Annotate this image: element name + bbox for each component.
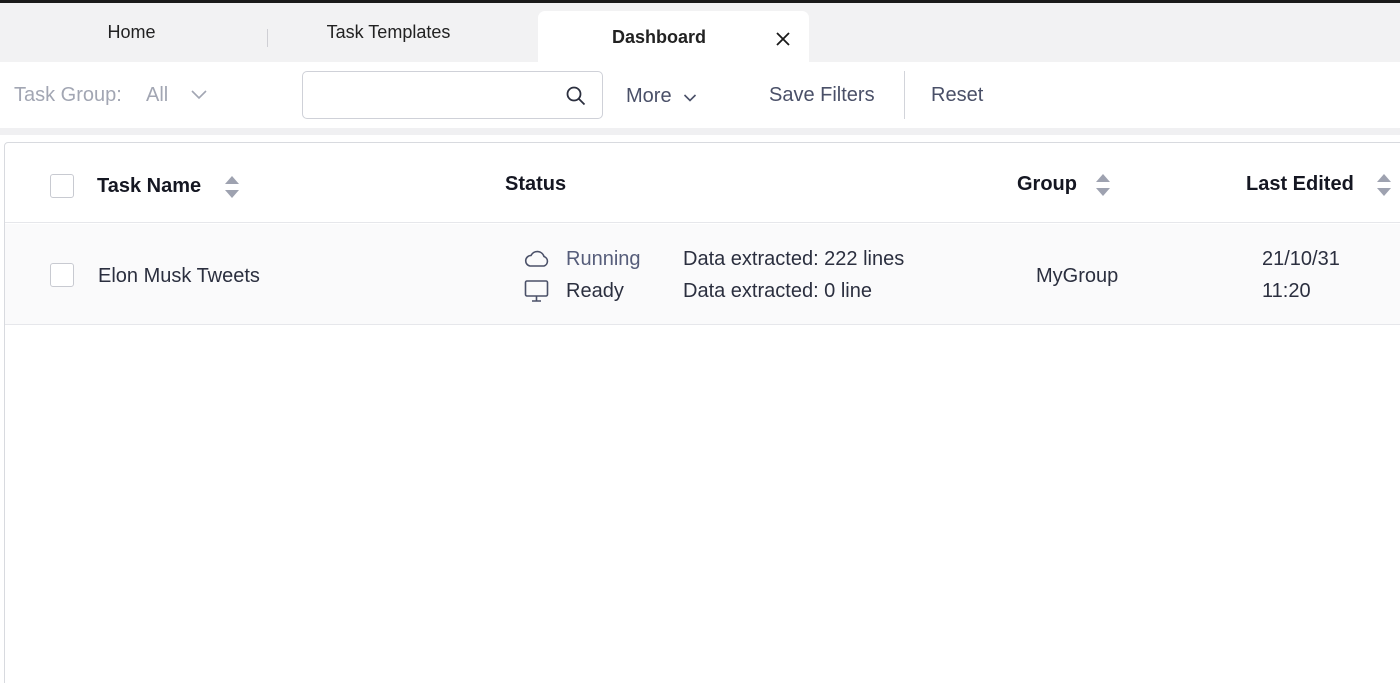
monitor-icon <box>523 279 551 308</box>
sort-icon[interactable] <box>1375 171 1393 204</box>
filter-divider <box>904 71 905 119</box>
last-edited-date: 21/10/31 <box>1262 248 1340 270</box>
close-icon[interactable] <box>773 29 793 49</box>
tab-dashboard[interactable]: Dashboard <box>538 11 809 65</box>
tab-task-templates[interactable]: Task Templates <box>270 3 507 62</box>
filter-bar-separator <box>0 128 1400 135</box>
cloud-status: Running <box>566 248 641 270</box>
select-all-checkbox[interactable] <box>50 174 74 198</box>
task-group-select[interactable]: All <box>146 84 168 107</box>
cloud-icon <box>523 248 551 275</box>
column-header-status: Status <box>505 173 567 195</box>
chevron-down-icon[interactable] <box>683 90 697 108</box>
sort-icon[interactable] <box>223 173 241 206</box>
tab-dashboard-label: Dashboard <box>612 27 707 47</box>
sort-icon[interactable] <box>1094 171 1112 204</box>
search-box[interactable] <box>302 71 603 119</box>
reset-button[interactable]: Reset <box>931 84 983 107</box>
task-name[interactable]: Elon Musk Tweets <box>98 265 260 288</box>
column-header-task-name[interactable]: Task Name <box>97 175 201 198</box>
group-value: MyGroup <box>1036 265 1119 287</box>
cloud-data-extracted: Data extracted: 222 lines <box>683 248 905 270</box>
local-data-extracted: Data extracted: 0 line <box>683 280 872 302</box>
task-table: Task Name Status Group Last Edited Elon … <box>4 142 1400 683</box>
column-header-group[interactable]: Group <box>1017 173 1077 196</box>
row-checkbox[interactable] <box>50 263 74 287</box>
task-group-label: Task Group: <box>14 84 122 106</box>
chevron-down-icon[interactable] <box>190 88 208 106</box>
tab-divider <box>267 29 268 47</box>
column-header-last-edited[interactable]: Last Edited <box>1246 173 1354 196</box>
search-icon[interactable] <box>565 85 587 112</box>
table-header: Task Name Status Group Last Edited <box>5 143 1400 223</box>
tab-task-templates-label: Task Templates <box>326 22 451 42</box>
tab-home[interactable]: Home <box>0 3 263 62</box>
save-filters-button[interactable]: Save Filters <box>769 84 875 107</box>
more-dropdown[interactable]: More <box>626 85 672 108</box>
table-row[interactable]: Elon Musk Tweets Running Data extracted:… <box>5 224 1400 325</box>
local-status: Ready <box>566 280 624 302</box>
search-input[interactable] <box>313 80 553 110</box>
last-edited-time: 11:20 <box>1262 280 1311 302</box>
tab-bar: Home Task Templates Dashboard <box>0 0 1400 65</box>
filter-bar: Task Group: All More Save Filters Reset <box>0 62 1400 128</box>
tab-home-label: Home <box>107 22 156 42</box>
